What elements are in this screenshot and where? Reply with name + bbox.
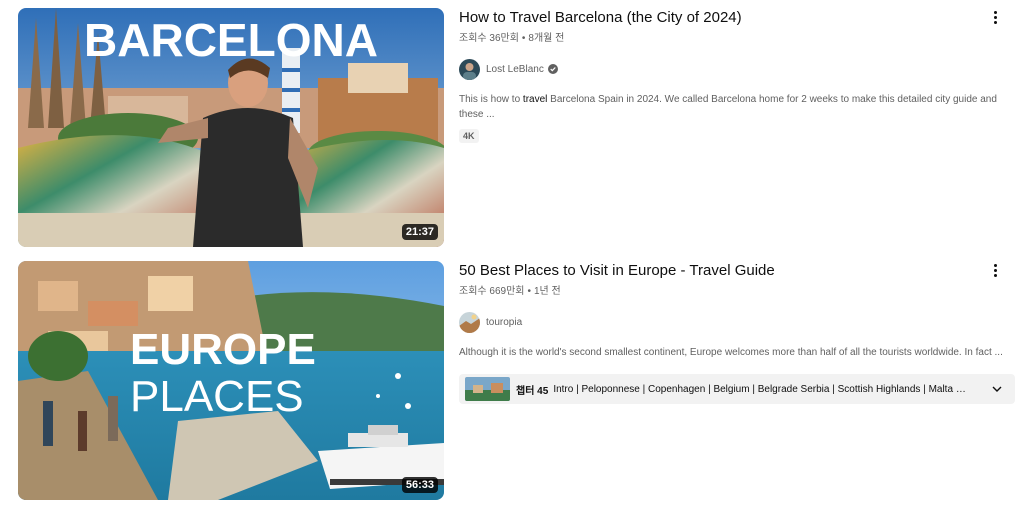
video-thumbnail[interactable]: BARCELONA 21:37 xyxy=(18,8,444,247)
video-duration: 21:37 xyxy=(401,224,438,240)
video-meta: 조회수 669만회 • 1년 전 xyxy=(459,286,561,297)
video-description: Although it is the world's second smalle… xyxy=(459,347,1003,358)
chapters-list: Intro | Peloponnese | Copenhagen | Belgi… xyxy=(553,383,969,395)
chevron-down-icon[interactable] xyxy=(991,383,1003,395)
view-count: 조회수 36만회 xyxy=(459,33,519,44)
chapter-thumbnail xyxy=(465,377,510,401)
verified-check-icon xyxy=(547,64,558,74)
video-meta: 조회수 36만회 • 8개월 전 xyxy=(459,33,565,44)
thumbnail-title-text: BARCELONA xyxy=(84,14,378,66)
channel-name[interactable]: Lost LeBlanc xyxy=(486,64,544,75)
channel-link[interactable]: Lost LeBlanc xyxy=(459,58,1016,80)
video-info: 50 Best Places to Visit in Europe - Trav… xyxy=(459,261,1016,404)
video-duration: 56:33 xyxy=(401,477,438,493)
thumbnail-title-line1: EUROPE xyxy=(130,325,316,374)
thumbnail-image: BARCELONA xyxy=(18,8,444,247)
video-title[interactable]: 50 Best Places to Visit in Europe - Trav… xyxy=(459,261,979,281)
upload-age: 1년 전 xyxy=(533,286,561,297)
more-vert-icon[interactable] xyxy=(986,8,1004,26)
more-vert-icon[interactable] xyxy=(986,261,1004,279)
channel-avatar[interactable] xyxy=(459,58,480,80)
thumbnail-title-line2: PLACES xyxy=(130,372,304,421)
video-description: This is how to travel Barcelona Spain in… xyxy=(459,94,997,120)
quality-badge: 4K xyxy=(459,129,479,143)
thumbnail-image: EUROPE PLACES xyxy=(18,261,444,500)
video-info: How to Travel Barcelona (the City of 202… xyxy=(459,8,1016,144)
video-thumbnail[interactable]: EUROPE PLACES 56:33 xyxy=(18,261,444,500)
view-count: 조회수 669만회 xyxy=(459,286,525,297)
channel-name[interactable]: touropia xyxy=(486,317,522,328)
channel-avatar[interactable] xyxy=(459,311,480,333)
chapters-count: 챕터 45 xyxy=(516,385,549,397)
video-title[interactable]: How to Travel Barcelona (the City of 202… xyxy=(459,8,979,28)
chapters-bar[interactable]: 챕터 45 Intro | Peloponnese | Copenhagen |… xyxy=(459,374,1015,404)
channel-link[interactable]: touropia xyxy=(459,311,1016,333)
upload-age: 8개월 전 xyxy=(528,33,565,44)
